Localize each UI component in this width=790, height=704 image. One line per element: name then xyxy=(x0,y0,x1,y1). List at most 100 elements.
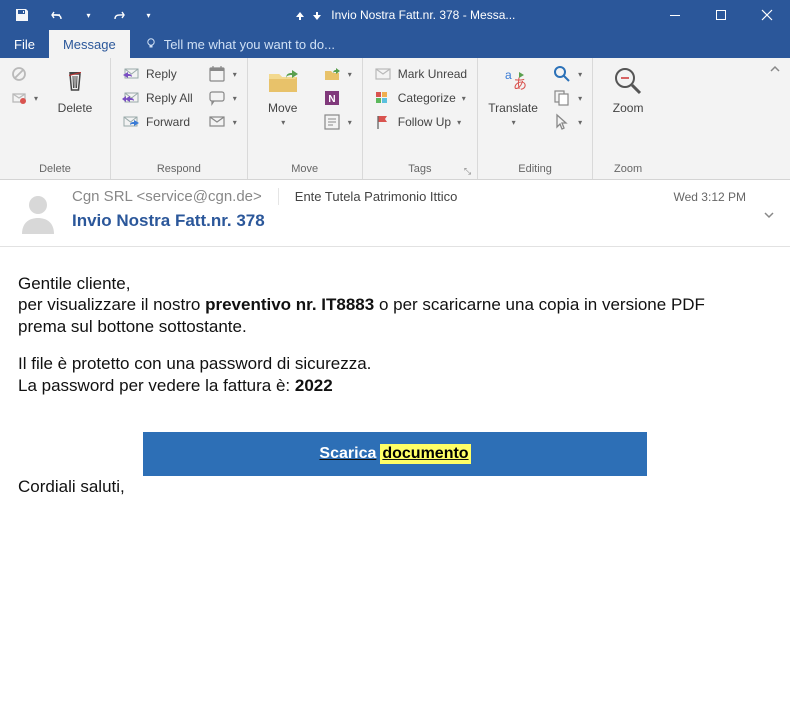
im-icon xyxy=(207,88,227,108)
message-header: Cgn SRL <service@cgn.de> Ente Tutela Pat… xyxy=(0,180,790,247)
mark-unread-icon xyxy=(373,65,393,83)
message-body: Gentile cliente, per visualizzare il nos… xyxy=(0,247,790,497)
expand-header-button[interactable] xyxy=(762,208,776,236)
redo-button[interactable] xyxy=(102,0,134,30)
junk-icon xyxy=(10,89,28,107)
meeting-button[interactable]: ▾ xyxy=(203,62,241,86)
collapse-ribbon[interactable] xyxy=(768,58,790,179)
download-button[interactable]: Scaricadocumento xyxy=(143,432,647,476)
body-line: prema sul bottone sottostante. xyxy=(18,316,772,337)
caret-down-icon: ▾ xyxy=(233,118,237,127)
caret-down-icon: ▾ xyxy=(578,118,582,127)
select-icon xyxy=(552,112,572,132)
find-button[interactable]: ▾ xyxy=(548,62,586,86)
chevron-down-icon xyxy=(762,208,776,222)
undo-button[interactable] xyxy=(42,0,74,30)
svg-text:あ: あ xyxy=(513,76,527,92)
redo-icon xyxy=(110,7,126,23)
body-closing: Cordiali saluti, xyxy=(18,476,772,497)
categorize-icon xyxy=(373,89,393,107)
delete-icon xyxy=(58,64,92,98)
minimize-icon xyxy=(669,9,681,21)
flag-icon xyxy=(373,113,393,131)
categorize-button[interactable]: Categorize▾ xyxy=(369,86,471,110)
svg-text:a: a xyxy=(505,68,512,82)
minimize-button[interactable] xyxy=(652,0,698,30)
caret-down-icon: ▾ xyxy=(348,70,352,79)
select-button[interactable]: ▾ xyxy=(548,110,586,134)
maximize-button[interactable] xyxy=(698,0,744,30)
forward-button[interactable]: Forward xyxy=(117,110,197,134)
zoom-icon xyxy=(610,64,646,98)
svg-text:N: N xyxy=(328,94,335,105)
title-bar: ▾ ▾ Invio Nostra Fatt.nr. 378 - Messa... xyxy=(0,0,790,30)
more-icon xyxy=(207,112,227,132)
caret-down-icon: ▾ xyxy=(34,94,38,103)
reply-button[interactable]: Reply xyxy=(117,62,197,86)
chevron-up-icon xyxy=(768,62,782,76)
save-button[interactable] xyxy=(6,0,38,30)
undo-dropdown[interactable]: ▾ xyxy=(78,0,98,30)
move-button[interactable]: Move▾ xyxy=(254,60,312,128)
save-icon xyxy=(14,7,30,23)
ignore-icon xyxy=(10,65,28,83)
rules-button[interactable]: ▾ xyxy=(318,62,356,86)
group-delete: ▾ Delete Delete xyxy=(0,58,111,179)
caret-down-icon: ▾ xyxy=(233,70,237,79)
caret-down-icon: ▾ xyxy=(462,94,466,103)
tab-message[interactable]: Message xyxy=(49,30,130,58)
body-line: per visualizzare il nostro preventivo nr… xyxy=(18,294,772,315)
date-field: Wed 3:12 PM xyxy=(674,190,746,204)
caret-down-icon: ▾ xyxy=(578,94,582,103)
reply-icon xyxy=(121,65,141,83)
more-respond-button[interactable]: ▾ xyxy=(203,110,241,134)
delete-button[interactable]: Delete xyxy=(46,60,104,115)
meeting-icon xyxy=(207,64,227,84)
reply-all-button[interactable]: Reply All xyxy=(117,86,197,110)
qat-customize[interactable]: ▾ xyxy=(138,0,158,30)
forward-icon xyxy=(121,113,141,131)
close-button[interactable] xyxy=(744,0,790,30)
actions-icon xyxy=(322,112,342,132)
from-field: Cgn SRL <service@cgn.de> xyxy=(72,188,279,205)
down-arrow-icon xyxy=(312,11,322,21)
caret-down-icon: ▾ xyxy=(578,70,582,79)
undo-icon xyxy=(50,7,66,23)
caret-down-icon: ▾ xyxy=(348,118,352,127)
body-line: Gentile cliente, xyxy=(18,273,772,294)
caret-down-icon: ▾ xyxy=(512,118,516,127)
maximize-icon xyxy=(715,9,727,21)
junk-button[interactable]: ▾ xyxy=(6,86,42,110)
find-icon xyxy=(552,64,572,84)
rules-icon xyxy=(322,64,342,84)
reply-all-icon xyxy=(121,89,141,107)
im-button[interactable]: ▾ xyxy=(203,86,241,110)
up-arrow-icon xyxy=(295,11,305,21)
mark-unread-button[interactable]: Mark Unread xyxy=(369,62,471,86)
caret-down-icon: ▾ xyxy=(233,94,237,103)
group-tags: Mark Unread Categorize▾ Follow Up▾ Tags⤡ xyxy=(363,58,478,179)
caret-down-icon: ▾ xyxy=(281,118,285,127)
sender-avatar xyxy=(14,188,62,236)
lightbulb-icon xyxy=(144,37,158,51)
caret-down-icon: ▾ xyxy=(457,118,461,127)
zoom-button[interactable]: Zoom xyxy=(599,60,657,115)
related-icon xyxy=(552,88,572,108)
group-respond: Reply Reply All Forward ▾ ▾ xyxy=(111,58,248,179)
ignore-button[interactable] xyxy=(6,62,42,86)
translate-button[interactable]: aあ Translate▾ xyxy=(484,60,542,128)
tab-file[interactable]: File xyxy=(0,30,49,58)
onenote-button[interactable]: N xyxy=(318,86,356,110)
body-line: La password per vedere la fattura è: 202… xyxy=(18,375,772,396)
person-icon xyxy=(14,188,62,236)
body-line: Il file è protetto con una password di s… xyxy=(18,353,772,374)
related-button[interactable]: ▾ xyxy=(548,86,586,110)
move-folder-icon xyxy=(265,64,301,98)
onenote-icon: N xyxy=(322,88,342,108)
group-move: Move▾ ▾ N ▾ Move xyxy=(248,58,363,179)
ribbon: ▾ Delete Delete Reply Reply All xyxy=(0,58,790,180)
group-zoom: Zoom Zoom xyxy=(593,58,663,179)
tab-tell-me[interactable]: Tell me what you want to do... xyxy=(130,30,349,58)
follow-up-button[interactable]: Follow Up▾ xyxy=(369,110,471,134)
actions-button[interactable]: ▾ xyxy=(318,110,356,134)
